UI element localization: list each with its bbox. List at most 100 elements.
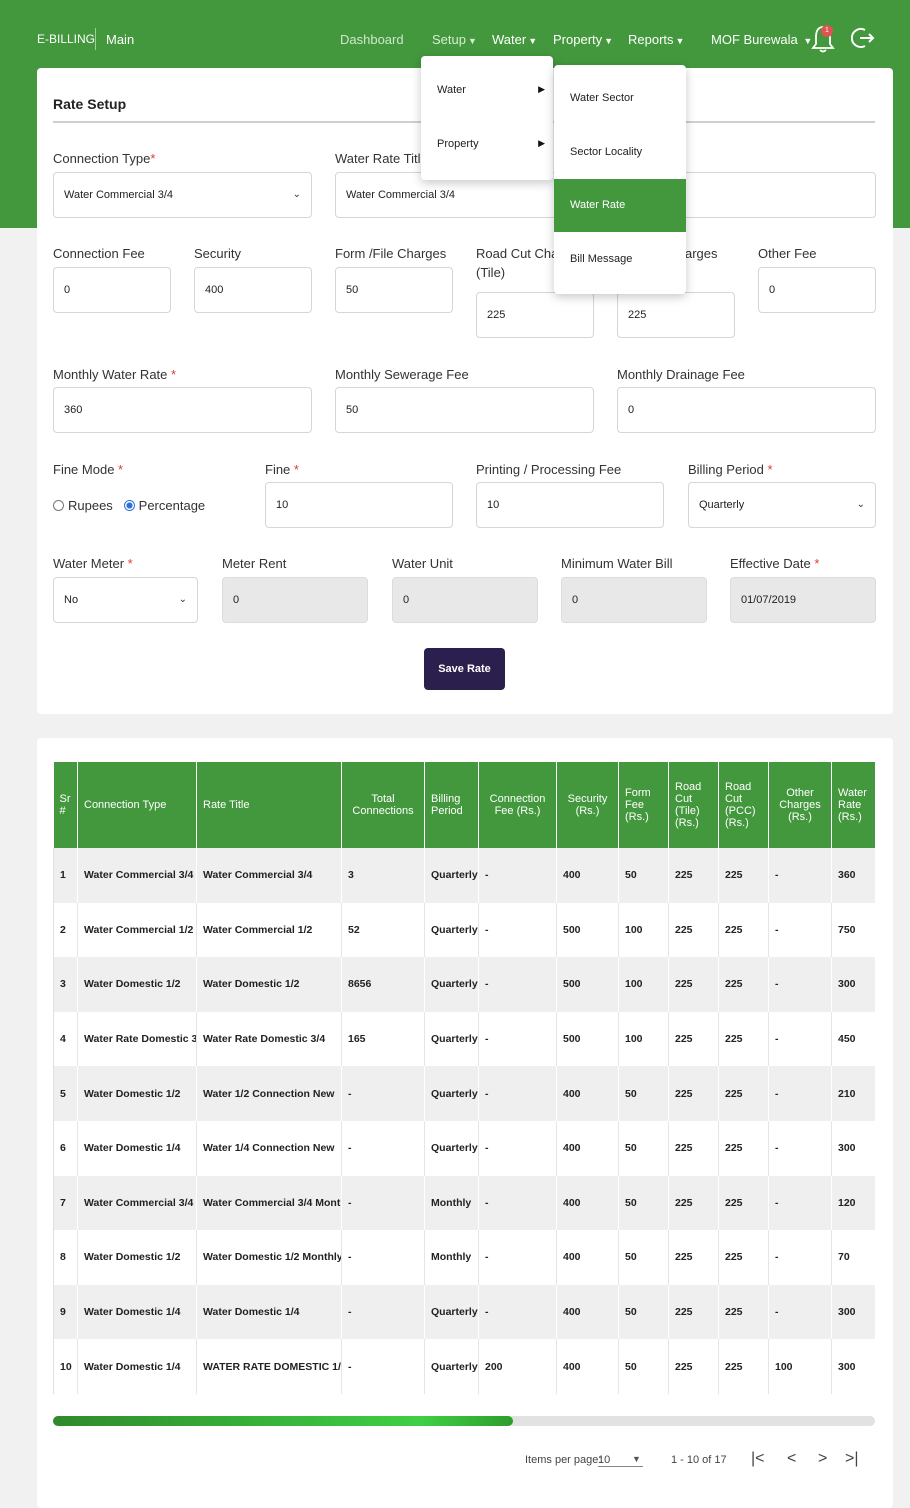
rates-table: Sr # Connection Type Rate Title Total Co… — [53, 762, 875, 1394]
water-meter-select[interactable]: No ⌄ — [53, 577, 198, 623]
nav-dashboard[interactable]: Dashboard — [340, 32, 404, 47]
submenu-water-rate[interactable]: Water Rate — [554, 179, 686, 232]
cell-other-charges: - — [768, 1066, 832, 1121]
first-page-icon[interactable]: |< — [751, 1450, 765, 1468]
nav-property[interactable]: Property ▼ — [553, 32, 613, 47]
road-cut-pcc-input[interactable]: 225 — [617, 292, 735, 338]
required-mark: * — [150, 151, 156, 166]
nav-user-menu[interactable]: MOF Burewala ▼ — [711, 32, 812, 47]
security-input[interactable]: 400 — [194, 267, 312, 313]
cell-connection-type: Water Rate Domestic 3/4 — [77, 1011, 197, 1067]
submenu-bill-message[interactable]: Bill Message — [554, 233, 686, 286]
cell-other-charges: - — [768, 1120, 832, 1176]
connection-type-select[interactable]: Water Commercial 3/4 ⌄ — [53, 172, 312, 218]
cell-security: 500 — [556, 902, 619, 958]
fine-mode-label-text: Fine Mode — [53, 462, 115, 477]
notification-bell-icon[interactable]: 1 — [810, 24, 840, 54]
nav-setup[interactable]: Setup ▼ — [432, 32, 477, 47]
radio-rupees[interactable]: Rupees — [53, 498, 113, 513]
cell-security: 400 — [556, 1230, 619, 1285]
chevron-down-icon: ⌄ — [178, 594, 187, 605]
chevron-down-icon: ⌄ — [292, 189, 301, 200]
cell-other-charges: - — [768, 1230, 832, 1285]
table-scroll-container[interactable]: Sr # Connection Type Rate Title Total Co… — [53, 762, 875, 1394]
table-row[interactable]: 9 Water Domestic 1/4 Water Domestic 1/4- Qu… — [53, 1284, 875, 1340]
radio-percentage[interactable]: Percentage — [123, 498, 205, 513]
printing-fee-input[interactable]: 10 — [476, 482, 664, 528]
monthly-drainage-input[interactable]: 0 — [617, 387, 876, 433]
fine-input[interactable]: 10 — [265, 482, 453, 528]
next-page-icon[interactable]: > — [818, 1450, 827, 1468]
form-charges-label: Form /File Charges — [335, 246, 447, 261]
connection-fee-input[interactable]: 0 — [53, 267, 171, 313]
brand-label[interactable]: E-BILLING — [37, 32, 95, 46]
monthly-sewerage-input[interactable]: 50 — [335, 387, 594, 433]
other-fee-input[interactable]: 0 — [758, 267, 876, 313]
cell-security: 400 — [556, 1339, 619, 1394]
security-label: Security — [194, 246, 241, 261]
cell-total-connections: 3 — [341, 848, 425, 903]
table-row[interactable]: 5 Water Domestic 1/2 Water 1/2 Connection … — [53, 1066, 875, 1121]
table-row[interactable]: 10 Water Domestic 1/4 WATER RATE DOMESTIC … — [53, 1339, 875, 1394]
road-cut-tile-input[interactable]: 225 — [476, 292, 594, 338]
previous-page-icon[interactable]: < — [787, 1450, 796, 1468]
cell-billing-period: Quarterly — [424, 848, 479, 903]
last-page-icon[interactable]: >| — [845, 1450, 859, 1468]
top-navbar: E-BILLING Main Dashboard Setup ▼ Water ▼ P… — [0, 20, 910, 60]
table-row[interactable]: 1 Water Commercial 3/4 Water Commercial 3/… — [53, 848, 875, 903]
cell-connection-type: Water Domestic 1/4 — [77, 1339, 197, 1394]
table-row[interactable]: 6 Water Domestic 1/4 Water 1/4 Connection … — [53, 1120, 875, 1176]
cell-connection-type: Water Domestic 1/2 — [77, 1230, 197, 1285]
paginator: Items per page: 10 ▼ 1 - 10 of 17 |< < >… — [37, 1450, 893, 1470]
nav-main[interactable]: Main — [106, 32, 134, 47]
table-header-row: Sr # Connection Type Rate Title Total Co… — [53, 762, 875, 848]
form-charges-input[interactable]: 50 — [335, 267, 453, 313]
billing-period-select[interactable]: Quarterly ⌄ — [688, 482, 876, 528]
col-header-sr: Sr # — [53, 762, 78, 848]
table-row[interactable]: 7 Water Commercial 3/4 Water Commercial 3/… — [53, 1175, 875, 1231]
monthly-drainage-label: Monthly Drainage Fee — [617, 367, 745, 382]
cell-billing-period: Quarterly — [424, 902, 479, 958]
logout-icon[interactable] — [850, 26, 875, 50]
col-header-water-rate: Water Rate (Rs.) — [831, 762, 875, 848]
table-row[interactable]: 2 Water Commercial 1/2 Water Commercial 1/… — [53, 902, 875, 958]
save-rate-button[interactable]: Save Rate — [424, 648, 505, 690]
logout-glyph — [850, 28, 875, 48]
cell-billing-period: Quarterly — [424, 1011, 479, 1067]
cell-other-charges: - — [768, 1011, 832, 1067]
cell-form-fee: 50 — [618, 1066, 669, 1121]
cell-billing-period: Monthly — [424, 1175, 479, 1231]
table-row[interactable]: 4 Water Rate Domestic 3/4 Water Rate Domes… — [53, 1011, 875, 1067]
scrollbar-thumb[interactable] — [53, 1416, 514, 1426]
submenu-water-sector[interactable]: Water Sector — [554, 72, 686, 125]
printing-fee-label: Printing / Processing Fee — [476, 462, 622, 477]
col-header-total-connections: Total Connections — [341, 762, 425, 848]
table-row[interactable]: 3 Water Domestic 1/2 Water Domestic 1/2 865… — [53, 957, 875, 1012]
cell-sr: 6 — [53, 1120, 78, 1176]
required-mark: * — [118, 462, 124, 477]
table-row[interactable]: 8 Water Domestic 1/2 Water Domestic 1/2 Mo… — [53, 1230, 875, 1285]
meter-rent-input: 0 — [222, 577, 368, 623]
cell-other-charges: - — [768, 957, 832, 1012]
nav-dashboard-label: Dashboard — [340, 32, 404, 47]
billing-period-label: Billing Period * — [688, 462, 773, 477]
cell-connection-fee: - — [478, 1120, 557, 1176]
nav-water-label: Water — [492, 32, 527, 47]
nav-water[interactable]: Water ▼ — [492, 32, 537, 47]
cell-sr: 3 — [53, 957, 78, 1012]
effective-date-label-text: Effective Date — [730, 556, 811, 571]
horizontal-scrollbar[interactable] — [53, 1416, 875, 1426]
cell-form-fee: 50 — [618, 848, 669, 903]
cell-road-cut-tile: 225 — [668, 1066, 719, 1121]
cell-connection-type: Water Commercial 1/2 — [77, 902, 197, 958]
nav-reports[interactable]: Reports ▼ — [628, 32, 684, 47]
cell-rate-title: Water Commercial 3/4 — [196, 848, 342, 903]
cell-total-connections: 8656 — [341, 957, 425, 1012]
cell-security: 500 — [556, 957, 619, 1012]
monthly-water-rate-input[interactable]: 360 — [53, 387, 312, 433]
cell-water-rate: 300 — [831, 1120, 875, 1176]
cell-connection-fee: - — [478, 1284, 557, 1340]
cell-connection-fee: - — [478, 848, 557, 903]
cell-road-cut-tile: 225 — [668, 848, 719, 903]
submenu-sector-locality[interactable]: Sector Locality — [554, 126, 686, 179]
